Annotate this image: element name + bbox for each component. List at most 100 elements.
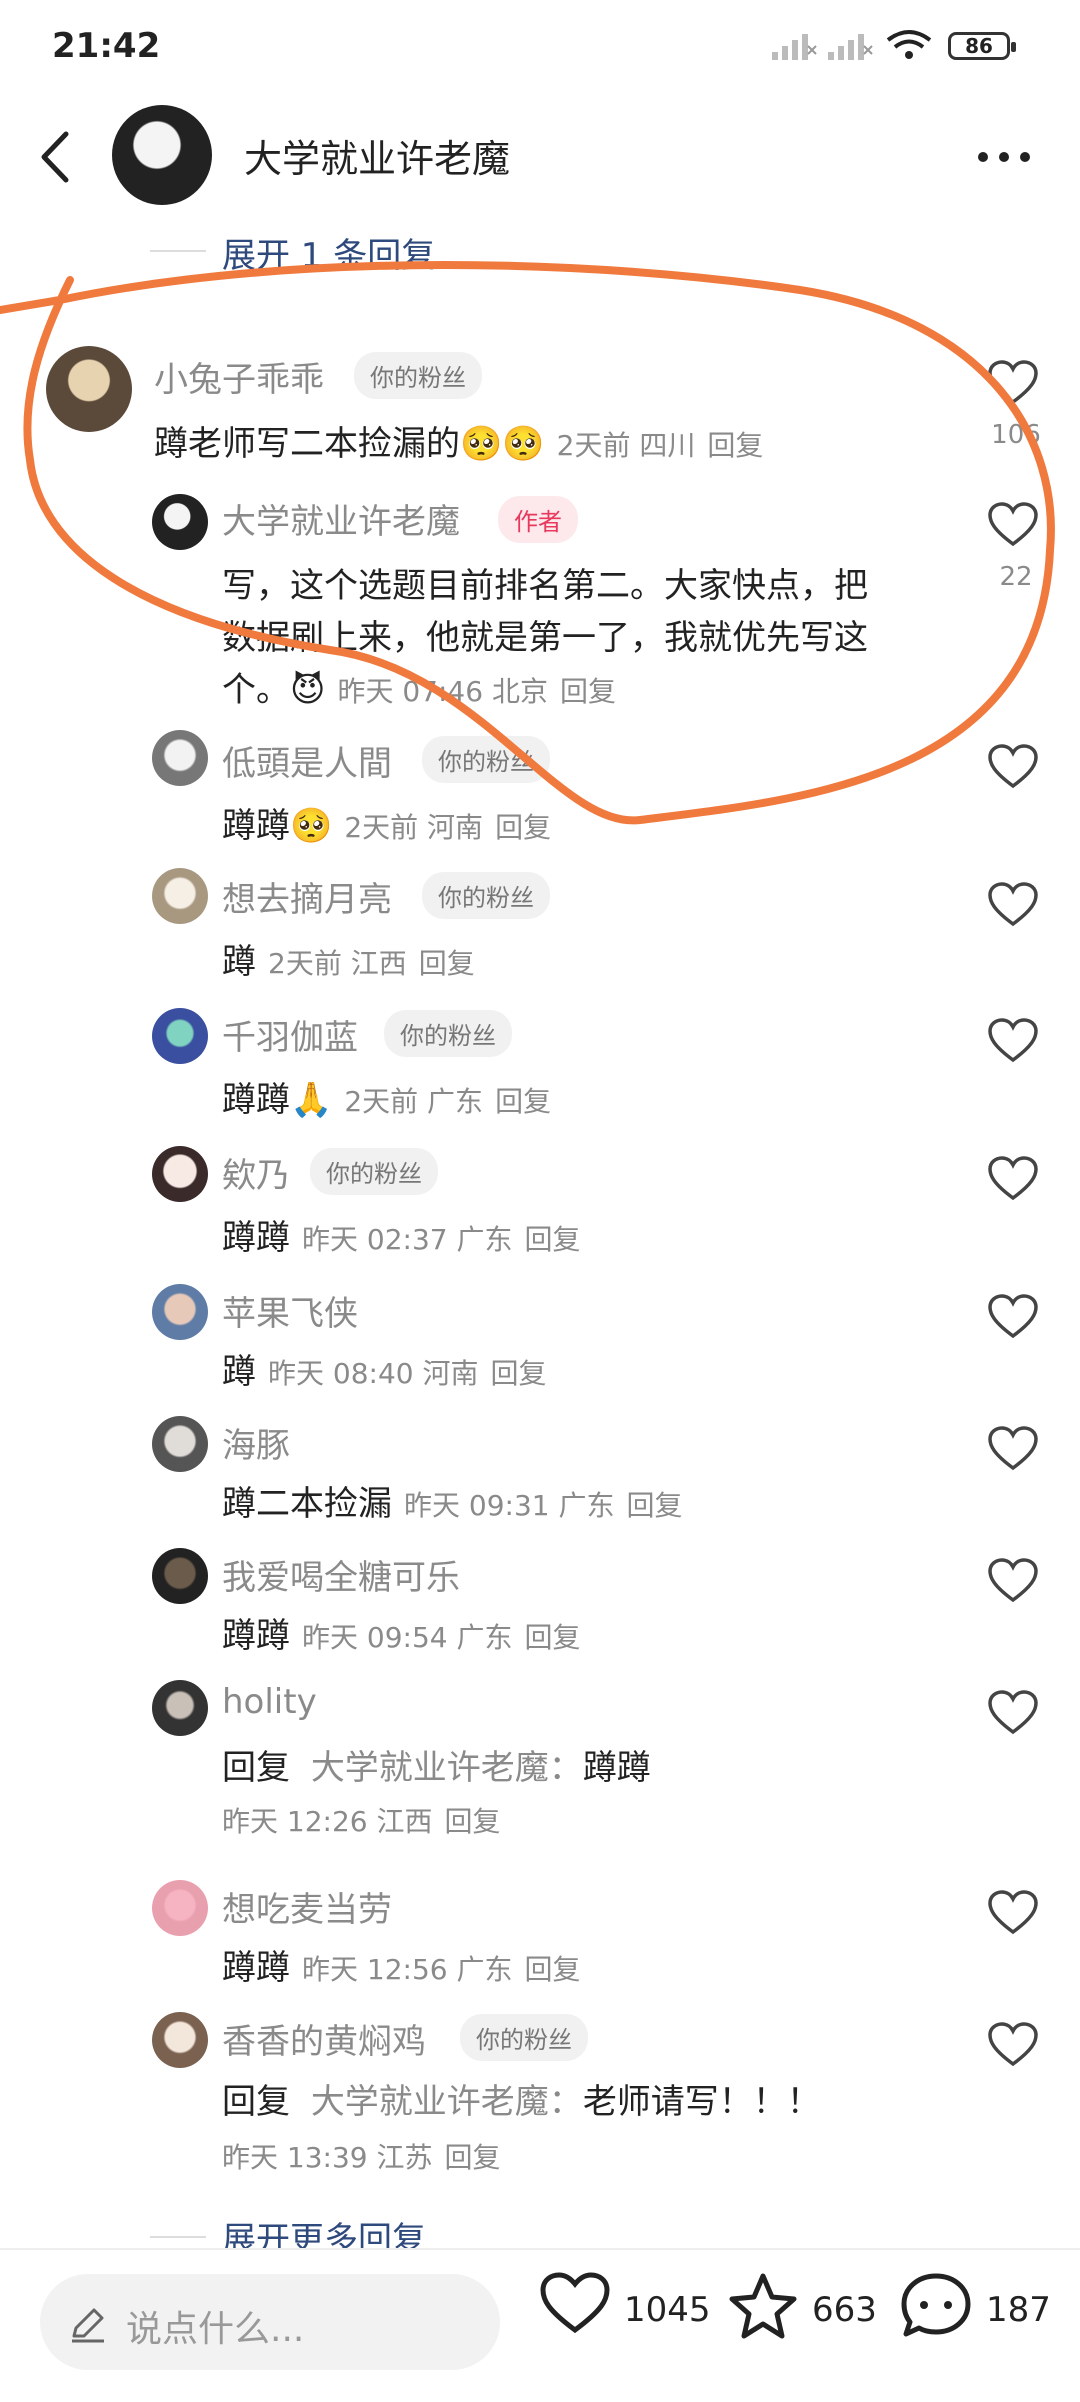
avatar[interactable] xyxy=(152,1680,208,1736)
reply-button[interactable]: 回复 xyxy=(525,1621,581,1654)
status-time: 21:42 xyxy=(52,26,161,66)
like-icon[interactable] xyxy=(988,1690,1038,1736)
like-icon[interactable] xyxy=(988,1156,1038,1202)
comment-text: 蹲 xyxy=(222,1352,256,1392)
author-badge: 作者 xyxy=(498,496,578,543)
comment-username[interactable]: 低頭是人間 xyxy=(222,736,392,785)
avatar[interactable] xyxy=(152,1880,208,1936)
star-count: 663 xyxy=(812,2290,877,2330)
avatar[interactable] xyxy=(152,1146,208,1202)
status-bar: 21:42 86 xyxy=(0,0,1080,90)
comment-meta: 2天前 江西 xyxy=(268,947,407,980)
avatar[interactable] xyxy=(152,2012,208,2068)
signal-icon xyxy=(772,34,817,60)
comment-username[interactable]: 我爱喝全糖可乐 xyxy=(222,1550,460,1599)
reply-button[interactable]: 回复 xyxy=(707,429,763,462)
comment-text: 蹲蹲 xyxy=(222,1948,290,1988)
comment-username[interactable]: 大学就业许老魔 xyxy=(222,494,460,543)
comment-username[interactable]: 海豚 xyxy=(222,1418,290,1467)
comment-meta: 2天前 四川 xyxy=(556,429,696,462)
like-icon[interactable] xyxy=(988,1294,1038,1340)
like-icon[interactable] xyxy=(988,2022,1038,2068)
avatar[interactable] xyxy=(152,1284,208,1340)
avatar[interactable] xyxy=(152,1548,208,1604)
like-icon[interactable] xyxy=(988,502,1038,548)
reply-button[interactable]: 回复 xyxy=(445,1805,501,1838)
like-icon[interactable] xyxy=(988,882,1038,928)
like-icon[interactable] xyxy=(988,360,1038,406)
comment-text: 老师请写！！！ xyxy=(582,2082,821,2122)
comment-username[interactable]: 想吃麦当劳 xyxy=(222,1882,392,1931)
fan-badge: 你的粉丝 xyxy=(354,352,482,399)
signal-icon-2 xyxy=(828,34,873,60)
battery-indicator: 86 xyxy=(948,32,1016,60)
comment-placeholder: 说点什么... xyxy=(126,2309,305,2350)
comment-username[interactable]: 苹果飞侠 xyxy=(222,1286,358,1335)
expand-replies-link[interactable]: 展开 1 条回复 xyxy=(222,228,435,277)
like-icon[interactable] xyxy=(988,744,1038,790)
avatar[interactable] xyxy=(152,730,208,786)
comment-meta: 昨天 02:37 广东 xyxy=(302,1223,513,1256)
comment-username[interactable]: 香香的黄焖鸡 xyxy=(222,2014,426,2063)
comment-meta-line: 昨天 13:39 江苏 回复 xyxy=(222,2136,501,2176)
reply-button[interactable]: 回复 xyxy=(525,1953,581,1986)
reply-button[interactable]: 回复 xyxy=(525,1223,581,1256)
comment-count: 187 xyxy=(986,2290,1051,2330)
comment-text: 蹲蹲 xyxy=(222,1616,290,1656)
bottom-action-bar: 说点什么... 1045 663 187 xyxy=(0,2248,1080,2402)
reply-button[interactable]: 回复 xyxy=(627,1489,683,1522)
comment-body: 蹲 2天前 江西 回复 xyxy=(222,934,475,983)
reply-target[interactable]: 大学就业许老魔： xyxy=(311,1748,583,1788)
comment-body: 蹲蹲 昨天 02:37 广东 回复 xyxy=(222,1210,581,1259)
like-icon[interactable] xyxy=(988,1558,1038,1604)
comment-username[interactable]: 小兔子乖乖 xyxy=(154,352,324,401)
avatar[interactable] xyxy=(152,1008,208,1064)
reply-button[interactable]: 回复 xyxy=(419,947,475,980)
avatar[interactable] xyxy=(152,494,208,550)
avatar[interactable] xyxy=(152,1416,208,1472)
comment-text: 蹲二本捡漏 xyxy=(222,1484,392,1524)
reply-button[interactable]: 回复 xyxy=(495,811,551,844)
divider xyxy=(150,250,206,252)
star-icon[interactable] xyxy=(728,2272,798,2340)
comment-icon[interactable] xyxy=(900,2272,972,2340)
reply-prefix: 回复 xyxy=(222,2082,290,2122)
comment-body: 蹲昨天 08:40 河南 回复 xyxy=(222,1344,547,1393)
comment-text: 蹲 xyxy=(222,942,256,982)
avatar[interactable] xyxy=(46,346,132,432)
comment-meta: 昨天 09:54 广东 xyxy=(302,1621,513,1654)
reply-target[interactable]: 大学就业许老魔： xyxy=(311,2082,583,2122)
comment-meta-line: 昨天 12:26 江西 回复 xyxy=(222,1800,501,1840)
comment-text: 蹲蹲🙏 xyxy=(222,1080,333,1120)
comment-meta: 昨天 07:46 北京 xyxy=(337,675,548,708)
reply-prefix: 回复 xyxy=(222,1748,290,1788)
reply-button[interactable]: 回复 xyxy=(560,675,616,708)
comment-username[interactable]: 想去摘月亮 xyxy=(222,872,392,921)
like-count: 22 xyxy=(999,562,1033,592)
comment-meta: 2天前 广东 xyxy=(344,1085,484,1118)
avatar[interactable] xyxy=(152,868,208,924)
comment-username[interactable]: 欸乃 xyxy=(222,1148,290,1197)
comment-meta: 昨天 13:39 江苏 xyxy=(222,2141,433,2174)
comment-username[interactable]: holity xyxy=(222,1682,317,1722)
comment-text: 蹲蹲 xyxy=(222,1218,290,1258)
like-icon[interactable] xyxy=(988,1018,1038,1064)
comment-body: 蹲蹲🥺 2天前 河南 回复 xyxy=(222,798,551,847)
reply-button[interactable]: 回复 xyxy=(445,2141,501,2174)
author-avatar[interactable] xyxy=(112,105,212,205)
comment-input[interactable]: 说点什么... xyxy=(40,2274,500,2370)
like-count: 106 xyxy=(991,420,1041,450)
comment-body: 蹲二本捡漏 昨天 09:31 广东 回复 xyxy=(222,1476,683,1525)
comment-meta: 昨天 12:26 江西 xyxy=(222,1805,433,1838)
header: 大学就业许老魔 xyxy=(0,100,1080,220)
comment-body: 蹲蹲🙏 2天前 广东 回复 xyxy=(222,1072,551,1121)
like-icon[interactable] xyxy=(540,2272,610,2336)
reply-button[interactable]: 回复 xyxy=(495,1085,551,1118)
comment-body: 蹲蹲 昨天 09:54 广东 回复 xyxy=(222,1608,581,1657)
comment-username[interactable]: 千羽伽蓝 xyxy=(222,1010,358,1059)
like-icon[interactable] xyxy=(988,1890,1038,1936)
more-options-icon[interactable] xyxy=(976,150,1032,164)
back-arrow-icon[interactable] xyxy=(38,130,72,184)
like-icon[interactable] xyxy=(988,1426,1038,1472)
reply-button[interactable]: 回复 xyxy=(491,1357,547,1390)
